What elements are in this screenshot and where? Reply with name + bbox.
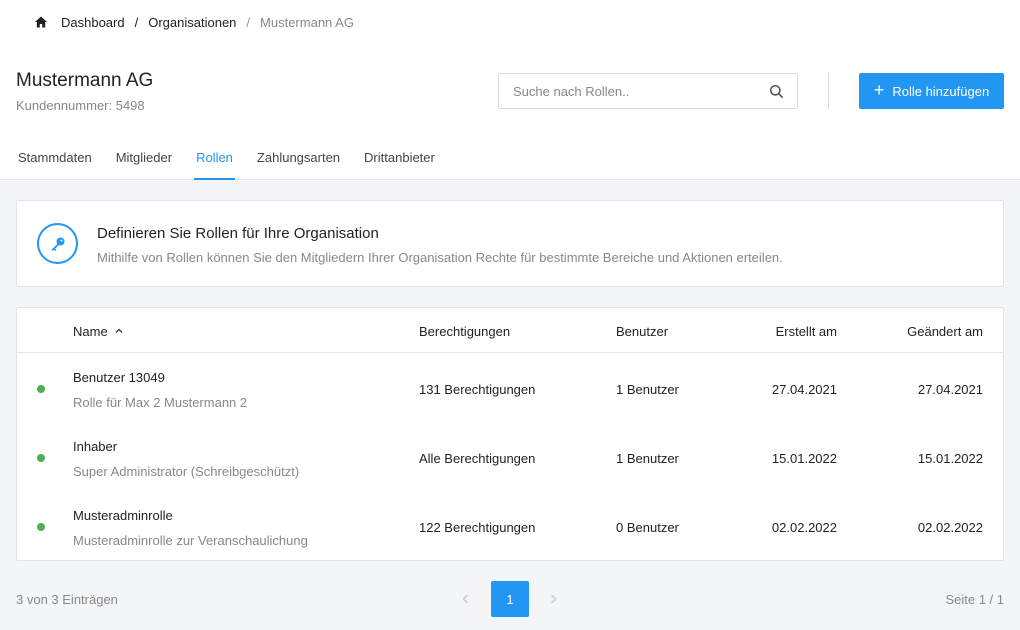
role-description: Super Administrator (Schreibgeschützt) xyxy=(73,464,300,479)
chevron-up-icon xyxy=(114,324,124,334)
roles-table: Name Berechtigungen Benutzer Erstellt am… xyxy=(16,307,1004,561)
header-divider xyxy=(828,72,829,109)
chevron-right-icon[interactable] xyxy=(543,589,563,609)
breadcrumb-organisationen[interactable]: Organisationen xyxy=(148,15,236,30)
role-changed: 02.02.2022 xyxy=(917,520,983,535)
status-dot xyxy=(37,385,45,393)
column-header-changed[interactable]: Geändert am xyxy=(907,324,983,339)
table-header: Name Berechtigungen Benutzer Erstellt am… xyxy=(17,308,1003,353)
add-role-button[interactable]: + Rolle hinzufügen xyxy=(859,73,1004,109)
breadcrumb: Dashboard / Organisationen / Mustermann … xyxy=(34,13,354,31)
tab-zahlungsarten[interactable]: Zahlungsarten xyxy=(257,138,340,180)
role-name: Benutzer 13049 xyxy=(73,370,165,385)
chevron-left-icon[interactable] xyxy=(456,589,476,609)
column-header-name[interactable]: Name xyxy=(73,324,124,339)
column-header-name-label: Name xyxy=(73,324,108,339)
info-card: Definieren Sie Rollen für Ihre Organisat… xyxy=(16,200,1004,287)
customer-number: Kundennummer: 5498 xyxy=(16,98,145,113)
info-text: Mithilfe von Rollen können Sie den Mitgl… xyxy=(97,250,783,265)
search-box xyxy=(498,73,798,109)
breadcrumb-separator: / xyxy=(134,14,139,30)
info-title: Definieren Sie Rollen für Ihre Organisat… xyxy=(97,225,379,242)
role-permissions: Alle Berechtigungen xyxy=(419,451,536,466)
tab-rollen[interactable]: Rollen xyxy=(194,138,235,180)
breadcrumb-current: Mustermann AG xyxy=(260,14,354,30)
add-role-label: Rolle hinzufügen xyxy=(892,83,990,99)
role-name: Inhaber xyxy=(73,439,118,454)
role-changed: 15.01.2022 xyxy=(917,451,983,466)
search-icon[interactable] xyxy=(769,84,784,99)
role-created: 02.02.2022 xyxy=(771,520,837,535)
role-permissions: 131 Berechtigungen xyxy=(419,382,536,397)
table-row[interactable]: Benutzer 13049 Rolle für Max 2 Musterman… xyxy=(17,354,1003,423)
table-row[interactable]: Inhaber Super Administrator (Schreibgesc… xyxy=(17,423,1003,492)
role-changed: 27.04.2021 xyxy=(917,382,983,397)
entries-summary: 3 von 3 Einträgen xyxy=(16,592,118,607)
status-dot xyxy=(37,523,45,531)
role-description: Musteradminrolle zur Veranschaulichung xyxy=(73,533,308,548)
search-input[interactable] xyxy=(499,74,759,108)
key-icon xyxy=(37,223,78,264)
table-row[interactable]: Musteradminrolle Musteradminrolle zur Ve… xyxy=(17,492,1003,561)
column-header-users[interactable]: Benutzer xyxy=(616,324,668,339)
home-icon[interactable] xyxy=(34,15,48,29)
role-created: 27.04.2021 xyxy=(771,382,837,397)
page-header: Dashboard / Organisationen / Mustermann … xyxy=(0,0,1020,180)
page-info: Seite 1 / 1 xyxy=(945,592,1004,607)
role-users: 1 Benutzer xyxy=(616,382,679,397)
role-name: Musteradminrolle xyxy=(73,508,173,523)
role-users: 1 Benutzer xyxy=(616,451,679,466)
tab-drittanbieter[interactable]: Drittanbieter xyxy=(364,138,435,180)
tab-mitglieder[interactable]: Mitglieder xyxy=(116,138,172,180)
status-dot xyxy=(37,454,45,462)
tab-bar: Stammdaten Mitglieder Rollen Zahlungsart… xyxy=(18,138,459,180)
tab-stammdaten[interactable]: Stammdaten xyxy=(18,138,92,180)
breadcrumb-dashboard[interactable]: Dashboard xyxy=(61,15,125,30)
role-permissions: 122 Berechtigungen xyxy=(419,520,536,535)
column-header-created[interactable]: Erstellt am xyxy=(776,324,837,339)
role-description: Rolle für Max 2 Mustermann 2 xyxy=(73,395,248,410)
page-title: Mustermann AG xyxy=(16,70,154,91)
plus-icon: + xyxy=(873,80,885,100)
role-users: 0 Benutzer xyxy=(616,520,679,535)
role-created: 15.01.2022 xyxy=(771,451,837,466)
column-header-permissions[interactable]: Berechtigungen xyxy=(419,324,510,339)
page-button-1[interactable]: 1 xyxy=(491,581,529,617)
breadcrumb-separator: / xyxy=(246,14,251,30)
